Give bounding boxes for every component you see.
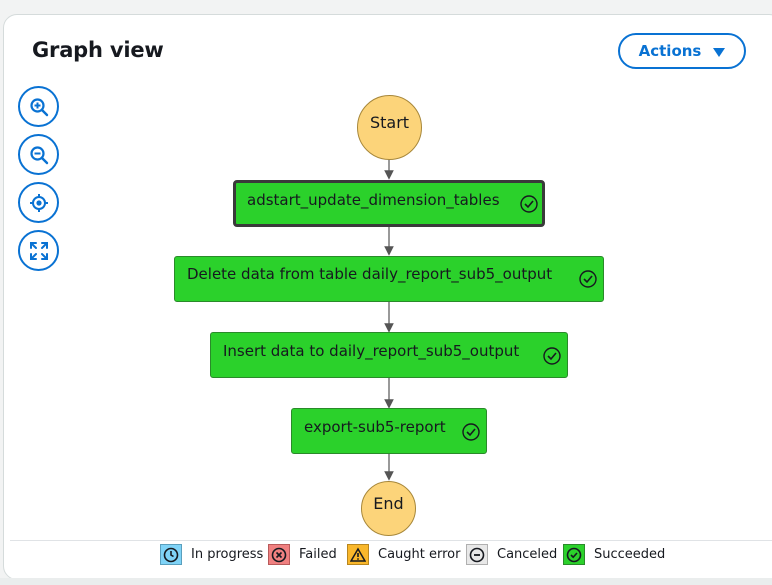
start-node: Start: [357, 95, 422, 160]
state-export-sub5-report[interactable]: export-sub5-report: [291, 408, 487, 454]
end-label: End: [373, 494, 404, 513]
status-legend: In progress Failed Caught error Canceled…: [0, 544, 772, 566]
start-label: Start: [369, 113, 410, 132]
check-circle-icon: [579, 270, 597, 288]
state-insert-data[interactable]: Insert data to daily_report_sub5_output: [210, 332, 568, 378]
minus-circle-icon: [466, 544, 488, 565]
state-label: Delete data from table daily_report_sub5…: [187, 265, 553, 283]
legend-failed: Failed: [268, 544, 337, 565]
check-circle-icon: [563, 544, 585, 565]
legend-label: Failed: [299, 547, 337, 562]
state-adstart-update-dimension-tables[interactable]: adstart_update_dimension_tables: [233, 180, 545, 227]
bottom-strip: [0, 578, 772, 585]
state-label: Insert data to daily_report_sub5_output: [223, 342, 520, 360]
warning-icon: [347, 544, 369, 565]
legend-succeeded: Succeeded: [563, 544, 665, 565]
state-delete-data[interactable]: Delete data from table daily_report_sub5…: [174, 256, 604, 302]
state-label: adstart_update_dimension_tables: [247, 191, 500, 209]
legend-label: In progress: [191, 547, 264, 562]
legend-divider: [10, 540, 772, 541]
check-circle-icon: [543, 347, 561, 365]
check-circle-icon: [520, 195, 538, 213]
state-label: export-sub5-report: [304, 418, 446, 436]
end-node: End: [361, 481, 416, 536]
legend-label: Caught error: [378, 547, 461, 562]
clock-icon: [160, 544, 182, 565]
legend-label: Canceled: [497, 547, 558, 562]
x-circle-icon: [268, 544, 290, 565]
check-circle-icon: [462, 423, 480, 441]
legend-caught-error: Caught error: [347, 544, 460, 565]
legend-canceled: Canceled: [466, 544, 557, 565]
legend-in-progress: In progress: [160, 544, 263, 565]
legend-label: Succeeded: [594, 547, 666, 562]
